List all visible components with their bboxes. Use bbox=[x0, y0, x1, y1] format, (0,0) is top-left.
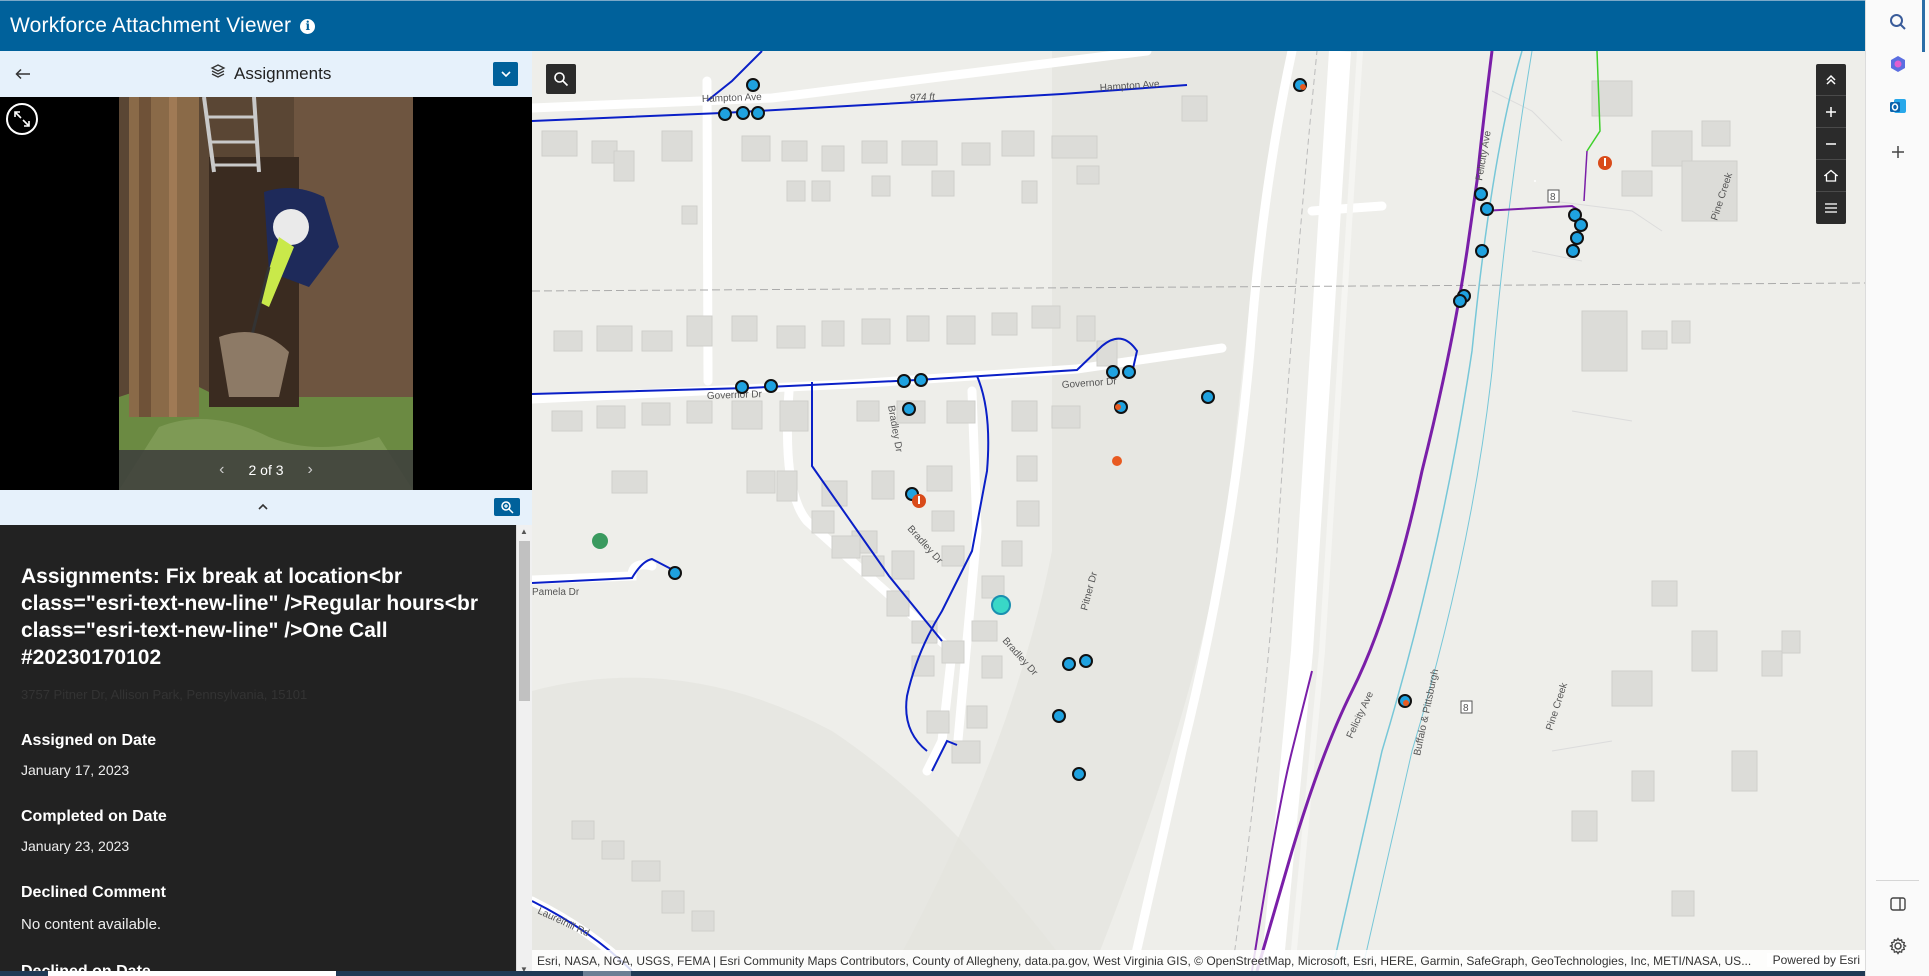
field-label: Declined Comment bbox=[21, 884, 166, 901]
attachment-viewer: ‹ 2 of 3 › bbox=[0, 97, 532, 490]
map-label: Buffalo & Pittsburgh bbox=[1412, 668, 1441, 757]
arrow-left-icon[interactable] bbox=[10, 61, 36, 87]
zoom-in-icon[interactable] bbox=[1816, 96, 1846, 128]
map-attribution: Esri, NASA, NGA, USGS, FEMA | Esri Commu… bbox=[532, 950, 1865, 971]
attribution-text: Esri, NASA, NGA, USGS, FEMA | Esri Commu… bbox=[537, 953, 1752, 968]
rail-divider bbox=[1876, 880, 1919, 881]
attachment-panel: Assignments ‹ 2 of 3 › Assignments: Fix … bbox=[0, 51, 532, 976]
plus-icon[interactable] bbox=[1866, 130, 1929, 174]
layer-selector[interactable]: Assignments bbox=[210, 63, 331, 84]
field-label: Assigned on Date bbox=[21, 732, 157, 749]
map-toolbar bbox=[1816, 64, 1846, 224]
zoom-in-icon[interactable] bbox=[494, 498, 520, 516]
expand-icon[interactable] bbox=[6, 103, 38, 135]
collapse-bar bbox=[0, 490, 532, 525]
home-icon[interactable] bbox=[1816, 160, 1846, 192]
attachment-photo bbox=[119, 97, 413, 490]
zoom-out-icon[interactable] bbox=[1816, 128, 1846, 160]
taskbar-strip bbox=[0, 971, 1865, 976]
chevron-up-icon[interactable] bbox=[258, 497, 268, 513]
popup-scrollbar[interactable]: ▲ ▼ bbox=[516, 525, 532, 976]
route-shield: 8 bbox=[1550, 192, 1556, 203]
attachment-pager: ‹ 2 of 3 › bbox=[119, 450, 413, 490]
app-title: Workforce Attachment Viewer bbox=[10, 14, 292, 37]
app-header: Workforce Attachment Viewer i bbox=[0, 0, 1865, 51]
pager-text: 2 of 3 bbox=[248, 462, 284, 478]
map-view[interactable]: Hampton Ave Hampton Ave 974 ft Governor … bbox=[532, 51, 1865, 971]
layer-selector-label: Assignments bbox=[234, 63, 332, 83]
copilot-icon[interactable] bbox=[1866, 42, 1929, 86]
map-label: Pamela Dr bbox=[532, 587, 580, 598]
info-icon[interactable]: i bbox=[300, 18, 316, 34]
scroll-up-arrow[interactable]: ▲ bbox=[520, 527, 528, 536]
map-label: 974 ft bbox=[910, 92, 937, 104]
search-icon[interactable] bbox=[546, 64, 576, 94]
feature-popup: Assignments: Fix break at location<br cl… bbox=[0, 525, 516, 976]
route-shield: 8 bbox=[1463, 703, 1469, 714]
map-label: Hampton Ave bbox=[702, 92, 763, 105]
chevron-right-icon[interactable]: › bbox=[308, 461, 313, 479]
field-value: January 17, 2023 bbox=[21, 762, 130, 778]
taskbar-segment bbox=[583, 971, 631, 976]
browser-side-rail bbox=[1865, 0, 1929, 976]
map-label: Governor Dr bbox=[707, 389, 763, 402]
list-icon[interactable] bbox=[1816, 192, 1846, 224]
app-root: Workforce Attachment Viewer i Assignment… bbox=[0, 0, 1929, 976]
chevron-left-icon[interactable]: ‹ bbox=[219, 461, 224, 479]
scrollbar-thumb[interactable] bbox=[519, 541, 530, 701]
powered-by-link[interactable]: Powered by Esri bbox=[1766, 953, 1860, 967]
field-value: January 23, 2023 bbox=[21, 838, 130, 854]
panel-header: Assignments bbox=[0, 51, 532, 97]
basemap: Hampton Ave Hampton Ave 974 ft Governor … bbox=[532, 51, 1865, 971]
field-label: Completed on Date bbox=[21, 808, 167, 825]
search-icon[interactable] bbox=[1866, 0, 1929, 44]
gear-icon[interactable] bbox=[1866, 924, 1929, 968]
field-value: No content available. bbox=[21, 916, 162, 933]
map-label: Pine Creek bbox=[1544, 681, 1570, 732]
popup-address: 3757 Pitner Dr, Allison Park, Pennsylvan… bbox=[21, 687, 308, 702]
outlook-icon[interactable] bbox=[1866, 84, 1929, 128]
map-label: Felicity Ave bbox=[1474, 130, 1494, 182]
taskbar-segment bbox=[48, 971, 336, 976]
sidebar-toggle-icon[interactable] bbox=[1866, 882, 1929, 926]
chevron-down-icon[interactable] bbox=[493, 62, 518, 86]
popup-heading: Assignments: Fix break at location<br cl… bbox=[21, 565, 478, 669]
layers-icon bbox=[210, 63, 226, 84]
collapse-icon[interactable] bbox=[1816, 64, 1846, 96]
